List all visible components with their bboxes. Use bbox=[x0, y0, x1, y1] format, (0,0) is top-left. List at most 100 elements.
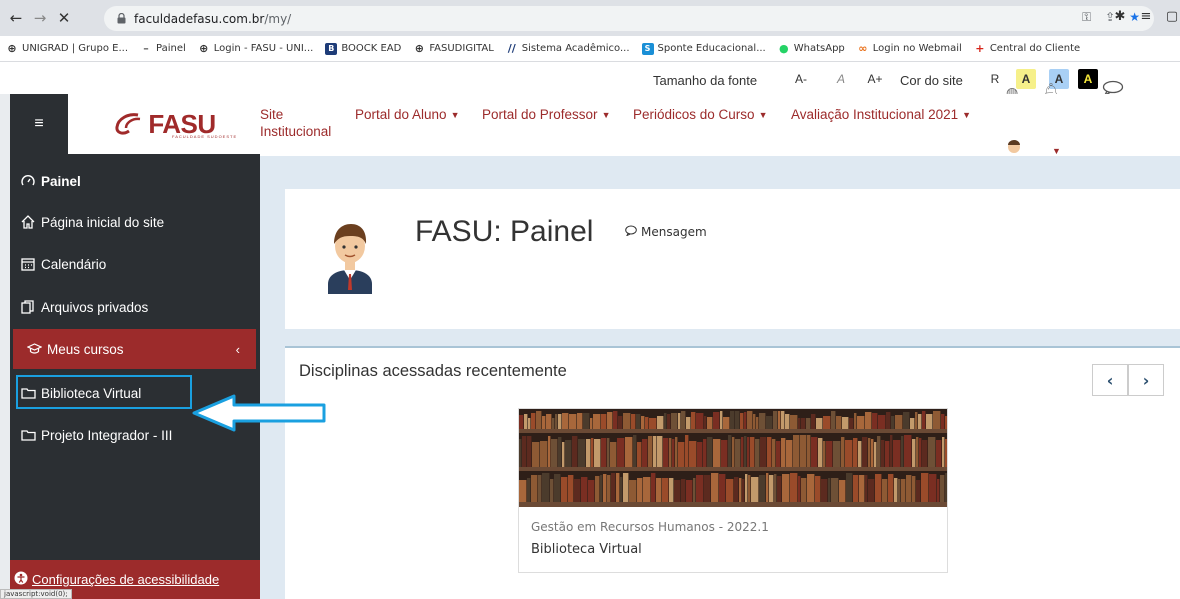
globe-icon: ⊕ bbox=[414, 42, 424, 55]
user-menu-caret-icon[interactable]: ▼ bbox=[1052, 146, 1061, 156]
font-size-label: Tamanho da fonte bbox=[653, 73, 758, 88]
url-domain: faculdadefasu.com.br bbox=[134, 11, 265, 26]
bookmark-item[interactable]: – Painel bbox=[140, 42, 186, 55]
url-path: /my/ bbox=[264, 11, 292, 26]
whatsapp-icon: ● bbox=[778, 42, 789, 55]
menu-label: Portal do Aluno bbox=[355, 107, 447, 122]
bookmark-label: BOOCK EAD bbox=[341, 43, 402, 54]
bookmark-item[interactable]: ⊕ FASUDIGITAL bbox=[413, 42, 494, 55]
next-button[interactable]: › bbox=[1128, 364, 1164, 396]
accessibility-icon bbox=[14, 571, 28, 588]
bookmark-item[interactable]: ⊕ UNIGRAD | Grupo E... bbox=[6, 42, 129, 55]
portal-aluno-menu[interactable]: Portal do Aluno ▼ bbox=[355, 107, 460, 122]
previous-button[interactable]: ‹ bbox=[1092, 364, 1128, 396]
site-institucional-link[interactable]: Site Institucional bbox=[260, 107, 331, 139]
reading-list-icon[interactable]: ≡ bbox=[1138, 8, 1154, 24]
slash-icon: // bbox=[507, 42, 516, 55]
avaliacao-menu[interactable]: Avaliação Institucional 2021 ▼ bbox=[791, 107, 971, 122]
bookmark-item[interactable]: S Sponte Educacional... bbox=[641, 42, 766, 55]
stop-icon[interactable]: ✕ bbox=[54, 7, 74, 29]
hamburger-menu-icon[interactable]: ≡ bbox=[10, 94, 68, 154]
caret-down-icon: ▼ bbox=[450, 109, 460, 120]
bookmark-item[interactable]: ⊕ Login - FASU - UNI... bbox=[198, 42, 314, 55]
page-header: FASU: Painel Mensagem bbox=[285, 189, 1180, 329]
sidebar: ≡ FASU FACULDADE SUDOESTE Painel Página … bbox=[10, 94, 260, 599]
status-bar: javascript:void(0); bbox=[0, 589, 72, 599]
bookmark-item[interactable]: // Sistema Acadêmico... bbox=[506, 42, 630, 55]
font-increase-button[interactable]: A+ bbox=[866, 70, 884, 88]
main-content: FASU: Painel Mensagem Disciplinas acessa… bbox=[260, 156, 1180, 599]
site-link-line1: Site bbox=[260, 107, 284, 122]
lock-icon bbox=[114, 12, 128, 26]
sidebar-item-home[interactable]: Página inicial do site bbox=[20, 207, 256, 237]
sidebar-item-my-courses[interactable]: Meus cursos ‹ bbox=[13, 329, 256, 369]
dash-icon: – bbox=[143, 42, 149, 55]
pointer-arrow bbox=[192, 393, 332, 437]
caret-down-icon: ▼ bbox=[758, 109, 768, 120]
gauge-icon bbox=[20, 173, 36, 189]
extensions-puzzle-icon[interactable]: ✱ bbox=[1112, 8, 1128, 24]
folder-icon bbox=[20, 427, 36, 443]
bookmark-label: UNIGRAD | Grupo E... bbox=[22, 43, 129, 54]
font-reset-button[interactable]: A bbox=[832, 70, 850, 88]
b-icon: B bbox=[325, 42, 338, 55]
message-button[interactable]: Mensagem bbox=[625, 225, 707, 239]
window-icon[interactable]: ▢ bbox=[1164, 8, 1180, 24]
course-image[interactable] bbox=[519, 409, 947, 507]
message-label: Mensagem bbox=[641, 225, 707, 239]
sidebar-item-label: Calendário bbox=[41, 256, 107, 272]
sidebar-item-painel[interactable]: Painel bbox=[20, 166, 256, 196]
caret-down-icon: ▼ bbox=[962, 109, 972, 120]
sidebar-item-label: Projeto Integrador - III bbox=[41, 427, 173, 443]
globe-icon: ⊕ bbox=[199, 42, 209, 55]
speech-bubble-icon bbox=[625, 225, 637, 239]
address-bar[interactable]: faculdadefasu.com.br/my/ ⚿ ⇪ ★ bbox=[104, 6, 1154, 31]
calendar-icon bbox=[20, 256, 36, 272]
color-reset-swatch[interactable]: R bbox=[985, 69, 1005, 89]
course-name[interactable]: Biblioteca Virtual bbox=[531, 542, 642, 557]
bookmark-label: Sistema Acadêmico... bbox=[521, 43, 630, 54]
site-color-label: Cor do site bbox=[900, 73, 963, 88]
bookmark-item[interactable]: + Central do Cliente bbox=[974, 42, 1081, 55]
site-link-line2: Institucional bbox=[260, 124, 332, 139]
bookshelf-image bbox=[519, 409, 947, 507]
logo-panel[interactable]: FASU FACULDADE SUDOESTE bbox=[68, 94, 260, 154]
sidebar-item-label: Página inicial do site bbox=[41, 214, 165, 230]
bookmark-label: WhatsApp bbox=[793, 43, 845, 54]
key-icon[interactable]: ⚿ bbox=[1082, 10, 1091, 25]
config-label: Configurações de acessibilidade bbox=[32, 572, 220, 587]
sidebar-item-calendar[interactable]: Calendário bbox=[20, 249, 256, 279]
recent-courses-title: Disciplinas acessadas recentemente bbox=[299, 362, 567, 380]
menu-label: Avaliação Institucional 2021 bbox=[791, 107, 959, 122]
sidebar-item-label: Arquivos privados bbox=[41, 299, 149, 315]
periodicos-menu[interactable]: Periódicos do Curso ▼ bbox=[633, 107, 767, 122]
s-icon: S bbox=[641, 42, 654, 55]
course-card[interactable]: Gestão em Recursos Humanos - 2022.1 Bibl… bbox=[518, 408, 948, 573]
bookmark-label: FASUDIGITAL bbox=[429, 43, 494, 54]
color-swatch-yellow[interactable]: A bbox=[1016, 69, 1036, 89]
sidebar-item-label: Meus cursos bbox=[47, 341, 124, 357]
bookmark-label: Central do Cliente bbox=[989, 43, 1081, 54]
carousel-pager: ‹ › bbox=[1092, 364, 1164, 396]
bookmark-label: Sponte Educacional... bbox=[657, 43, 766, 54]
portal-professor-menu[interactable]: Portal do Professor ▼ bbox=[482, 107, 610, 122]
forward-arrow-icon[interactable]: → bbox=[30, 7, 50, 29]
bookmark-item[interactable]: B BOOCK EAD bbox=[325, 42, 402, 55]
font-decrease-button[interactable]: A- bbox=[792, 70, 810, 88]
profile-avatar bbox=[320, 214, 380, 298]
globe-icon: ⊕ bbox=[7, 42, 17, 55]
menu-label: Portal do Professor bbox=[482, 107, 598, 122]
accessibility-bar: Tamanho da fonte A- A A+ Cor do site R A… bbox=[0, 62, 1180, 100]
color-swatch-contrast[interactable]: A bbox=[1078, 69, 1098, 89]
webmail-icon: ∞ bbox=[858, 42, 868, 55]
bookmark-item[interactable]: ∞ Login no Webmail bbox=[857, 42, 962, 55]
back-arrow-icon[interactable]: ← bbox=[6, 7, 26, 29]
graduation-cap-icon bbox=[26, 341, 42, 357]
bookmark-label: Painel bbox=[156, 43, 186, 54]
recent-courses-block: Disciplinas acessadas recentemente ‹ › G… bbox=[285, 346, 1180, 599]
bookmark-item[interactable]: ● WhatsApp bbox=[778, 42, 845, 55]
bookmarks-bar: ⊕ UNIGRAD | Grupo E... – Painel ⊕ Login - FAS… bbox=[0, 36, 1180, 62]
files-icon bbox=[20, 299, 36, 315]
bookmark-label: Login - FASU - UNI... bbox=[213, 43, 314, 54]
sidebar-item-private-files[interactable]: Arquivos privados bbox=[20, 292, 256, 322]
